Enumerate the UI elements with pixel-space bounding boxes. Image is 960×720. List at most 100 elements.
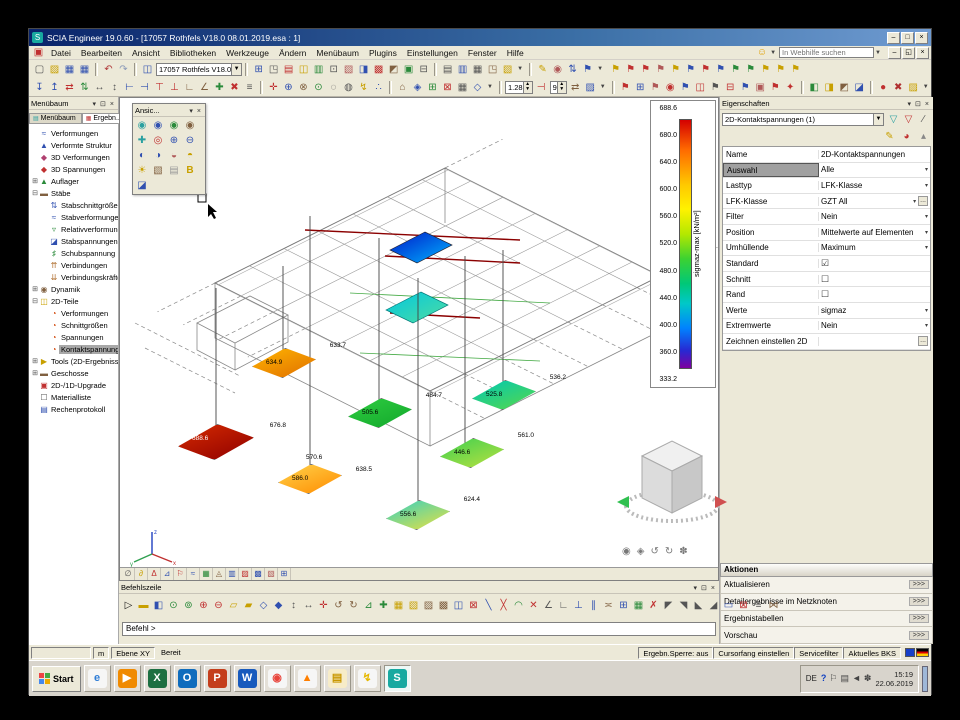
app-menu-icon[interactable]: ▣ bbox=[31, 45, 46, 60]
toolbar-icon[interactable]: ✛ bbox=[266, 80, 281, 95]
toolbar-icon[interactable]: ▦ bbox=[455, 80, 470, 95]
view-tool-icon[interactable]: ◓ bbox=[182, 148, 198, 163]
tray-icon[interactable]: ✽ bbox=[864, 673, 872, 684]
view-tool-icon[interactable]: ◉ bbox=[134, 118, 150, 133]
window-control-button[interactable]: × bbox=[915, 32, 928, 44]
chevron-down-icon[interactable]: ▾ bbox=[925, 182, 928, 189]
toolbar-icon[interactable]: ◫ bbox=[693, 80, 708, 95]
toolbar-icon[interactable]: ⊣ bbox=[137, 80, 152, 95]
toolbar-icon[interactable]: ↧ bbox=[32, 80, 47, 95]
toolbar-icon[interactable]: ◉ bbox=[550, 62, 565, 77]
view-tool-icon[interactable]: ◐ bbox=[134, 148, 150, 163]
status-unit[interactable]: m bbox=[93, 647, 109, 659]
chevron-down-icon[interactable]: ▼ bbox=[875, 50, 881, 56]
drawing-tool-icon[interactable]: ∂ bbox=[135, 568, 148, 580]
tree-item[interactable]: ⇈ Verbindungen bbox=[41, 259, 118, 271]
status-button[interactable]: Aktuelles BKS bbox=[843, 647, 901, 659]
menu-item[interactable]: Menübaum bbox=[311, 47, 364, 59]
viewport-tool-icon[interactable]: ↻ bbox=[665, 546, 673, 557]
property-value[interactable]: 2D-Kontaktspannungen bbox=[821, 150, 928, 159]
toolbar-icon[interactable]: ◍ bbox=[341, 80, 356, 95]
toolbar-icon[interactable]: ⚑ bbox=[738, 80, 753, 95]
tree-item[interactable]: ◆ 3D Spannungen bbox=[31, 163, 118, 175]
tree-item[interactable]: ◔ Verformungen bbox=[41, 307, 118, 319]
loadcase-icon[interactable]: ⚑ bbox=[758, 62, 773, 77]
toolbar-icon[interactable]: ⊥ bbox=[167, 80, 182, 95]
menu-item[interactable]: Bibliotheken bbox=[165, 47, 221, 59]
action-row[interactable]: Ergebnistabellen >>> bbox=[720, 611, 933, 628]
command-tool-icon[interactable]: ▬ bbox=[136, 598, 151, 613]
snap-tool-icon[interactable]: ∟ bbox=[556, 598, 571, 613]
snap-tool-icon[interactable]: ✗ bbox=[646, 598, 661, 613]
result-plate[interactable]: 556.6 624.4 bbox=[386, 500, 450, 530]
toolbar-icon[interactable]: ✖ bbox=[891, 80, 906, 95]
result-plate[interactable]: 525.8 536.2 bbox=[472, 380, 536, 410]
tree-item[interactable]: ⊟ ◫ 2D-Teile bbox=[31, 295, 118, 307]
loadcase-icon[interactable]: ⚑ bbox=[608, 62, 623, 77]
view-tool-icon[interactable]: ⊕ bbox=[166, 133, 182, 148]
panel-header-button[interactable]: ▾ bbox=[906, 101, 914, 108]
tree-item[interactable]: ⊞ ◉ Dynamik bbox=[31, 283, 118, 295]
toolbar-icon[interactable]: ≡ bbox=[242, 80, 257, 95]
tree-item[interactable]: ▲ Verformte Struktur bbox=[31, 139, 118, 151]
command-tool-icon[interactable]: ▩ bbox=[436, 598, 451, 613]
toolbar-icon[interactable]: ◫ bbox=[140, 62, 155, 77]
toolbar-icon[interactable]: ◨ bbox=[822, 80, 837, 95]
status-plane[interactable]: Ebene XY bbox=[111, 647, 155, 659]
property-value[interactable]: LFK-Klasse bbox=[821, 181, 925, 190]
taskbar-app-button[interactable]: e bbox=[84, 665, 111, 692]
snap-tool-icon[interactable]: ⊠ bbox=[736, 598, 751, 613]
toolbar-icon[interactable]: ↕ bbox=[107, 80, 122, 95]
status-button[interactable]: Ergebn.Sperre: aus bbox=[638, 647, 713, 659]
tree-item[interactable]: ♯ Schubspannung bbox=[41, 247, 118, 259]
toolbar-icon[interactable]: ↯ bbox=[356, 80, 371, 95]
snap-tool-icon[interactable]: ▦ bbox=[631, 598, 646, 613]
taskbar-app-button[interactable]: O bbox=[174, 665, 201, 692]
tree-expander-icon[interactable]: ⊞ bbox=[31, 369, 39, 377]
command-tool-icon[interactable]: ▨ bbox=[421, 598, 436, 613]
chevron-down-icon[interactable]: ▾ bbox=[925, 166, 928, 173]
command-tool-icon[interactable]: ⊙ bbox=[166, 598, 181, 613]
tree-item[interactable]: ≈ Verformungen bbox=[31, 127, 118, 139]
view-tool-icon[interactable]: ☀ bbox=[134, 163, 150, 178]
action-more-button[interactable]: >>> bbox=[909, 597, 929, 606]
loadcase-icon[interactable]: ⚑ bbox=[743, 62, 758, 77]
toolbar-icon[interactable]: ⊟ bbox=[723, 80, 738, 95]
toolbar-icon[interactable]: ▣ bbox=[753, 80, 768, 95]
command-tool-icon[interactable]: ▱ bbox=[226, 598, 241, 613]
drawing-tool-icon[interactable]: ▦ bbox=[200, 568, 213, 580]
feedback-smiley-icon[interactable]: ☺ bbox=[757, 47, 767, 58]
toolbar-icon[interactable]: ▣ bbox=[401, 62, 416, 77]
view-tool-icon[interactable]: ◑ bbox=[150, 148, 166, 163]
command-tool-icon[interactable]: ⊠ bbox=[466, 598, 481, 613]
toolbar-icon[interactable]: ⊢ bbox=[122, 80, 137, 95]
tree-item[interactable]: ◔ Schnittgrößen bbox=[41, 319, 118, 331]
action-row[interactable]: Vorschau >>> bbox=[720, 627, 933, 644]
toolbar-icon[interactable]: ▨ bbox=[583, 80, 598, 95]
toolbar-overflow-icon[interactable]: ▼ bbox=[517, 66, 523, 72]
snap-tool-icon[interactable]: ⊥ bbox=[571, 598, 586, 613]
drawing-tool-icon[interactable]: ▧ bbox=[265, 568, 278, 580]
chevron-down-icon[interactable]: ▾ bbox=[913, 198, 916, 205]
toolbar-icon[interactable]: ⇅ bbox=[77, 80, 92, 95]
model-viewport[interactable]: 688.6 676.8 634.9 633.7 586.0 638.5 570.… bbox=[119, 97, 719, 581]
toolbar-icon[interactable]: ⊟ bbox=[416, 62, 431, 77]
taskbar-app-button[interactable]: X bbox=[144, 665, 171, 692]
view-tool-icon[interactable]: ▤ bbox=[166, 163, 182, 178]
chevron-down-icon[interactable]: ▾ bbox=[925, 307, 928, 314]
drawing-tool-icon[interactable]: ⊿ bbox=[161, 568, 174, 580]
window-control-button[interactable]: – bbox=[887, 32, 900, 44]
sidebar-tab[interactable]: ▤ Menübaum bbox=[29, 113, 82, 123]
toolbar-icon[interactable]: ↔ bbox=[92, 80, 107, 95]
action-row[interactable]: Aktualisieren >>> bbox=[720, 577, 933, 594]
drawing-tool-icon[interactable]: ⊞ bbox=[278, 568, 291, 580]
tree-item[interactable]: ≈ Stabverformungen bbox=[41, 211, 118, 223]
view-tool-icon[interactable]: ◎ bbox=[150, 133, 166, 148]
drawing-tool-icon[interactable]: Δ bbox=[148, 568, 161, 580]
menu-item[interactable]: Einstellungen bbox=[402, 47, 463, 59]
panel-header-button[interactable]: × bbox=[923, 101, 931, 108]
toolbar-icon[interactable]: ⇄ bbox=[568, 80, 583, 95]
toolbar-icon[interactable]: ◩ bbox=[837, 80, 852, 95]
menu-item[interactable]: Ansicht bbox=[127, 47, 165, 59]
toolbar-overflow-icon[interactable]: ▼ bbox=[597, 66, 603, 72]
